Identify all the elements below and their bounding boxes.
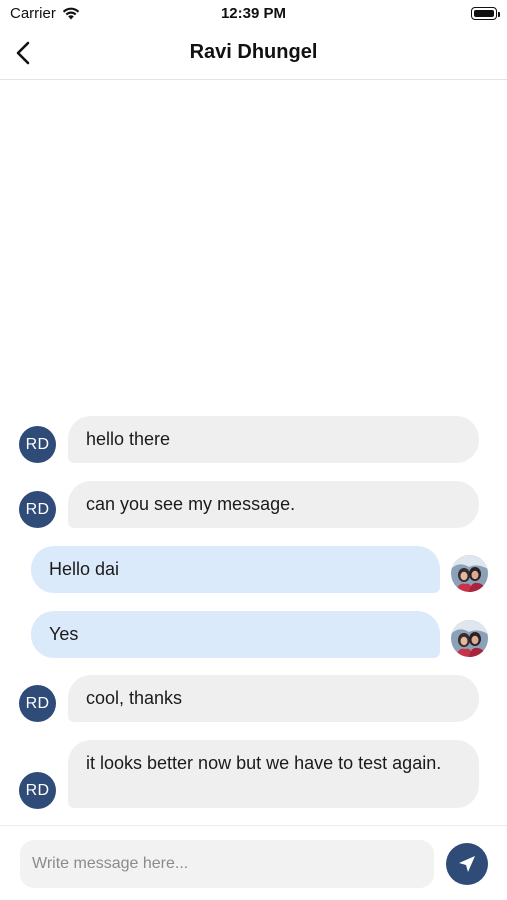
message-bubble-outgoing[interactable]: Yes xyxy=(31,611,440,658)
message-row: Hello dai xyxy=(0,546,507,594)
message-composer xyxy=(0,825,507,900)
status-bar: Carrier 12:39 PM xyxy=(0,0,507,28)
chat-header: Ravi Dhungel xyxy=(0,28,507,80)
message-bubble-incoming[interactable]: can you see my message. xyxy=(68,481,479,528)
user-avatar xyxy=(451,555,488,592)
message-row: RD hello there xyxy=(0,416,507,464)
message-input[interactable] xyxy=(20,840,434,888)
message-row: RD can you see my message. xyxy=(0,481,507,529)
message-bubble-incoming[interactable]: cool, thanks xyxy=(68,675,479,722)
status-time: 12:39 PM xyxy=(220,5,287,22)
message-row: RD it looks better now but we have to te… xyxy=(0,740,507,810)
battery-icon xyxy=(471,7,500,20)
chat-title: Ravi Dhungel xyxy=(189,41,318,63)
contact-avatar: RD xyxy=(19,426,56,463)
contact-avatar: RD xyxy=(19,491,56,528)
message-bubble-incoming[interactable]: hello there xyxy=(68,416,479,463)
contact-avatar: RD xyxy=(19,772,56,809)
contact-avatar: RD xyxy=(19,685,56,722)
message-bubble-outgoing[interactable]: Hello dai xyxy=(31,546,440,593)
send-arrow-icon xyxy=(459,856,475,872)
message-row: Yes xyxy=(0,611,507,659)
message-row: RD cool, thanks xyxy=(0,675,507,723)
send-button[interactable] xyxy=(446,843,488,885)
message-bubble-incoming[interactable]: it looks better now but we have to test … xyxy=(68,740,479,808)
user-avatar xyxy=(451,620,488,657)
